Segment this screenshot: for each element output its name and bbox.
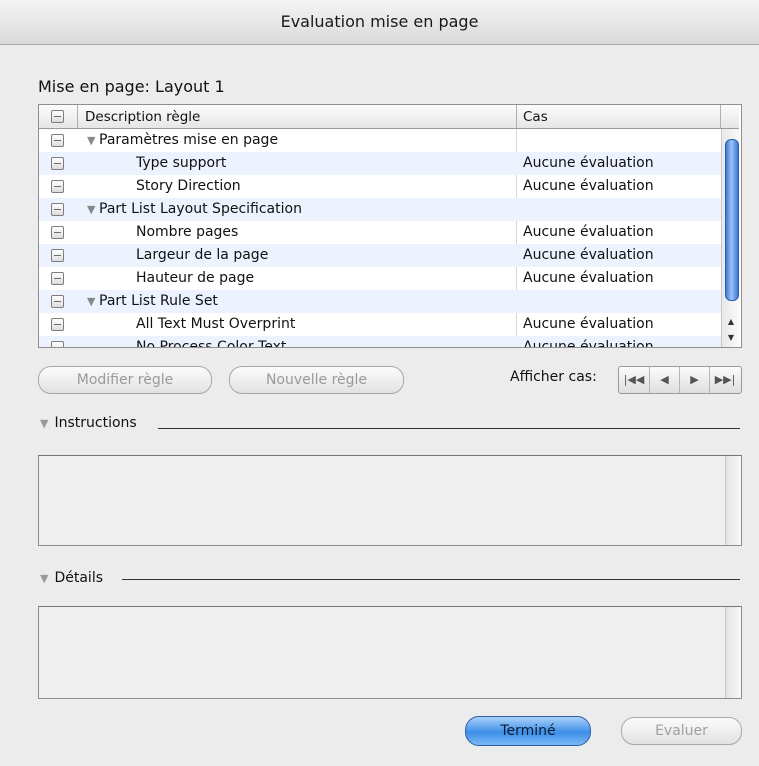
done-button[interactable]: Terminé bbox=[465, 716, 591, 746]
rules-table[interactable]: Description règle Cas ▼ Paramètres mise e… bbox=[38, 104, 742, 348]
rule-description: Type support bbox=[136, 155, 227, 171]
details-section-header[interactable]: ▼ Détails bbox=[40, 570, 103, 586]
instructions-section-header[interactable]: ▼ Instructions bbox=[40, 415, 137, 431]
window-title: Evaluation mise en page bbox=[280, 12, 479, 31]
row-checkbox[interactable] bbox=[51, 180, 64, 193]
rule-case: Aucune évaluation bbox=[523, 155, 654, 171]
instructions-label: Instructions bbox=[54, 415, 137, 431]
text-area-scrollbar[interactable] bbox=[725, 607, 741, 698]
rule-case: Aucune évaluation bbox=[523, 224, 654, 240]
case-navigation: |◀◀ ◀ ▶ ▶▶| bbox=[618, 366, 742, 394]
rule-description: Paramètres mise en page bbox=[99, 132, 279, 148]
select-all-checkbox[interactable] bbox=[51, 110, 64, 123]
header-checkbox-column[interactable] bbox=[39, 105, 78, 128]
rule-description: Story Direction bbox=[136, 178, 241, 194]
row-checkbox[interactable] bbox=[51, 226, 64, 239]
column-header-description[interactable]: Description règle bbox=[85, 109, 200, 125]
table-header: Description règle Cas bbox=[39, 105, 739, 129]
evaluate-button[interactable]: Evaluer bbox=[621, 717, 742, 745]
disclosure-triangle-icon[interactable]: ▼ bbox=[87, 129, 95, 152]
layout-title: Mise en page: Layout 1 bbox=[38, 77, 225, 96]
window-title-bar: Evaluation mise en page bbox=[0, 0, 759, 45]
disclosure-triangle-icon[interactable]: ▼ bbox=[87, 198, 95, 221]
modify-rule-button[interactable]: Modifier règle bbox=[38, 366, 212, 394]
table-rows: ▼ Paramètres mise en page Type support Aucu… bbox=[39, 129, 721, 348]
rule-description: Hauteur de page bbox=[136, 270, 255, 286]
text-area-scrollbar[interactable] bbox=[725, 456, 741, 545]
rule-description: No Process Color Text bbox=[136, 339, 287, 348]
afficher-cas-label: Afficher cas: bbox=[510, 369, 597, 385]
scrollbar-thumb[interactable] bbox=[725, 139, 739, 301]
rule-description: Largeur de la page bbox=[136, 247, 269, 263]
disclosure-triangle-icon[interactable]: ▼ bbox=[40, 417, 48, 430]
rule-case: Aucune évaluation bbox=[523, 270, 654, 286]
column-divider bbox=[720, 105, 721, 128]
table-row[interactable]: No Process Color Text Aucune évaluation bbox=[39, 336, 721, 348]
table-row[interactable]: Largeur de la page Aucune évaluation bbox=[39, 244, 721, 267]
rule-case: Aucune évaluation bbox=[523, 178, 654, 194]
column-divider bbox=[516, 105, 517, 128]
details-label: Détails bbox=[54, 570, 104, 586]
row-checkbox[interactable] bbox=[51, 203, 64, 216]
first-case-icon[interactable]: |◀◀ bbox=[619, 367, 650, 393]
table-row[interactable]: Hauteur de page Aucune évaluation bbox=[39, 267, 721, 290]
rule-case: Aucune évaluation bbox=[523, 339, 654, 348]
scroll-down-icon[interactable]: ▼ bbox=[722, 331, 740, 345]
details-text-area[interactable] bbox=[38, 606, 742, 699]
table-row[interactable]: Nombre pages Aucune évaluation bbox=[39, 221, 721, 244]
rule-case: Aucune évaluation bbox=[523, 316, 654, 332]
row-checkbox[interactable] bbox=[51, 157, 64, 170]
rule-description: Part List Rule Set bbox=[99, 293, 218, 309]
table-row[interactable]: Story Direction Aucune évaluation bbox=[39, 175, 721, 198]
row-checkbox[interactable] bbox=[51, 134, 64, 147]
table-row[interactable]: All Text Must Overprint Aucune évaluation bbox=[39, 313, 721, 336]
rule-description: All Text Must Overprint bbox=[136, 316, 296, 332]
rule-description: Nombre pages bbox=[136, 224, 239, 240]
rule-description: Part List Layout Specification bbox=[99, 201, 302, 217]
row-checkbox[interactable] bbox=[51, 272, 64, 285]
table-scrollbar[interactable]: ▲ ▼ bbox=[721, 129, 740, 347]
rule-case: Aucune évaluation bbox=[523, 247, 654, 263]
table-row[interactable]: ▼ Part List Rule Set bbox=[39, 290, 721, 313]
row-checkbox[interactable] bbox=[51, 341, 64, 347]
row-checkbox[interactable] bbox=[51, 295, 64, 308]
table-row[interactable]: ▼ Part List Layout Specification bbox=[39, 198, 721, 221]
scroll-up-icon[interactable]: ▲ bbox=[722, 315, 740, 329]
last-case-icon[interactable]: ▶▶| bbox=[710, 367, 740, 393]
next-case-icon[interactable]: ▶ bbox=[680, 367, 710, 393]
row-checkbox[interactable] bbox=[51, 318, 64, 331]
row-checkbox[interactable] bbox=[51, 249, 64, 262]
previous-case-icon[interactable]: ◀ bbox=[650, 367, 680, 393]
column-header-cas[interactable]: Cas bbox=[523, 109, 548, 125]
disclosure-triangle-icon[interactable]: ▼ bbox=[87, 290, 95, 313]
section-divider bbox=[158, 428, 740, 429]
table-row[interactable]: Type support Aucune évaluation bbox=[39, 152, 721, 175]
table-row[interactable]: ▼ Paramètres mise en page bbox=[39, 129, 721, 152]
section-divider bbox=[122, 579, 740, 580]
new-rule-button[interactable]: Nouvelle règle bbox=[229, 366, 404, 394]
disclosure-triangle-icon[interactable]: ▼ bbox=[40, 572, 48, 585]
instructions-text-area[interactable] bbox=[38, 455, 742, 546]
